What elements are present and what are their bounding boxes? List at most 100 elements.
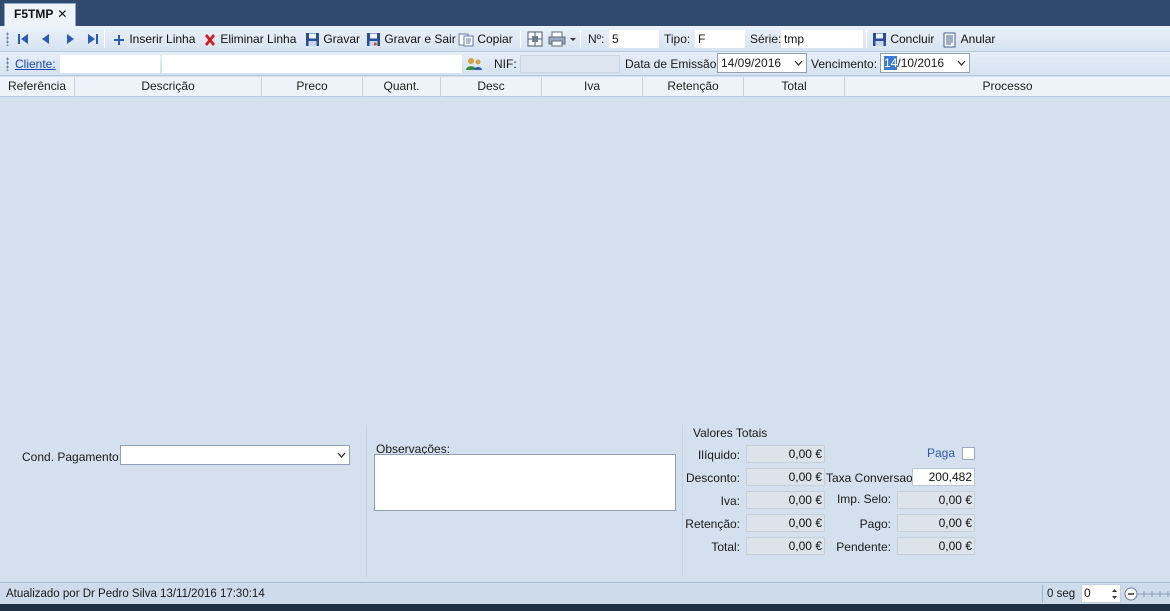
toolbar-grip[interactable] xyxy=(6,57,9,71)
first-record-icon[interactable] xyxy=(15,31,31,47)
chevron-down-icon[interactable] xyxy=(794,60,803,66)
column-header-quantity[interactable]: Quant. xyxy=(363,77,441,97)
conclude-label: Concluir xyxy=(890,32,935,46)
toolbar-grip[interactable] xyxy=(6,32,9,46)
column-header-total[interactable]: Total xyxy=(744,77,845,97)
refresh-interval-value: 0 xyxy=(1084,586,1091,600)
payment-condition-label: Cond. Pagamento: xyxy=(22,450,123,464)
client-name-input[interactable] xyxy=(162,55,462,73)
tab-close-icon[interactable]: ✕ xyxy=(57,7,67,21)
due-date-picker[interactable]: 14/10/2016 xyxy=(880,53,970,73)
total-value: 0,00 € xyxy=(746,537,825,555)
last-updated-text: Atualizado por Dr Pedro Silva 13/11/2016… xyxy=(6,588,265,600)
stepper-arrows-icon[interactable] xyxy=(1111,587,1118,601)
toolbar-separator xyxy=(866,30,867,48)
notes-textarea[interactable] xyxy=(374,454,676,511)
toolbar-separator xyxy=(580,30,581,48)
insert-line-label: Inserir Linha xyxy=(129,32,196,46)
issue-date-picker[interactable]: 14/09/2016 xyxy=(717,53,807,73)
save-and-exit-button[interactable]: Gravar e Sair xyxy=(366,30,456,48)
stamp-tax-label: Imp. Selo: xyxy=(836,492,891,506)
floppy-disk-icon xyxy=(873,33,886,47)
floppy-disk-icon xyxy=(306,33,319,47)
subtotal-label: Ilíquido: xyxy=(697,448,740,462)
layout-grid-icon[interactable] xyxy=(527,31,543,47)
document-cancel-icon xyxy=(943,32,956,48)
cancel-document-label: Anular xyxy=(960,32,996,46)
column-header-vat[interactable]: Iva xyxy=(542,77,643,97)
withholding-label: Retenção: xyxy=(685,517,740,531)
totals-title: Valores Totais xyxy=(693,426,768,440)
tab-title: F5TMP xyxy=(14,7,54,21)
series-input[interactable]: tmp xyxy=(781,30,863,48)
next-record-icon[interactable] xyxy=(62,31,78,47)
client-search-icon[interactable] xyxy=(465,56,483,72)
save-button[interactable]: Gravar xyxy=(305,30,360,48)
series-label: Série: xyxy=(750,32,782,46)
delete-x-icon xyxy=(205,33,215,46)
conclude-button[interactable]: Concluir xyxy=(872,30,934,48)
tab-f5tmp[interactable]: F5TMP ✕ xyxy=(4,3,76,26)
lines-grid-header: Referência Descrição Preco Quant. Desc I… xyxy=(0,77,1170,97)
copy-label: Copiar xyxy=(477,32,513,46)
paid-checkbox[interactable] xyxy=(962,447,975,460)
conversion-rate-input[interactable]: 200,482 xyxy=(912,468,975,486)
column-header-withholding[interactable]: Retenção xyxy=(643,77,744,97)
due-date-rest: /10/2016 xyxy=(897,56,945,70)
toolbar: Inserir Linha Eliminar Linha Gravar Grav… xyxy=(0,26,1170,52)
total-label: Total: xyxy=(711,540,740,554)
panel-divider xyxy=(366,425,367,577)
toolbar-separator xyxy=(520,30,521,48)
toolbar-separator xyxy=(104,30,105,48)
nif-input[interactable] xyxy=(520,55,620,73)
copy-button[interactable]: Copiar xyxy=(458,30,513,48)
vat-label: Iva: xyxy=(720,494,740,508)
lines-grid-body[interactable] xyxy=(0,97,1170,425)
due-date-label: Vencimento: xyxy=(811,57,878,71)
column-header-process[interactable]: Processo xyxy=(845,77,1170,97)
window-bottom-edge xyxy=(0,604,1170,611)
seconds-text: 0 seg xyxy=(1047,588,1076,600)
save-label: Gravar xyxy=(323,32,361,46)
column-header-description[interactable]: Descrição xyxy=(75,77,262,97)
paid-amount-label: Pago: xyxy=(859,517,891,531)
type-label: Tipo: xyxy=(664,32,691,46)
column-header-price[interactable]: Preco xyxy=(262,77,363,97)
refresh-interval-stepper[interactable]: 0 xyxy=(1081,584,1121,603)
insert-line-button[interactable]: Inserir Linha xyxy=(112,30,195,48)
payment-condition-select[interactable] xyxy=(120,445,350,465)
printer-icon[interactable] xyxy=(548,31,566,47)
plus-icon xyxy=(114,34,124,45)
discount-label: Desconto: xyxy=(685,471,740,485)
issue-date-label: Data de Emissão: xyxy=(625,57,720,71)
chevron-down-icon[interactable] xyxy=(957,60,966,66)
status-bar: Atualizado por Dr Pedro Silva 13/11/2016… xyxy=(0,582,1170,604)
save-and-exit-label: Gravar e Sair xyxy=(384,32,456,46)
number-label: Nº: xyxy=(588,32,605,46)
column-header-reference[interactable]: Referência xyxy=(0,77,75,97)
pending-label: Pendente: xyxy=(836,540,891,554)
floppy-disk-exit-icon xyxy=(367,33,380,47)
status-separator xyxy=(1042,585,1043,603)
client-link[interactable]: Cliente: xyxy=(15,56,56,72)
subtotal-value: 0,00 € xyxy=(746,445,825,463)
vat-value: 0,00 € xyxy=(746,491,825,509)
previous-record-icon[interactable] xyxy=(38,31,54,47)
cancel-document-button[interactable]: Anular xyxy=(942,30,995,48)
document-header-bar: Cliente: NIF: Data de Emissão: 14/09/201… xyxy=(0,52,1170,76)
number-input[interactable]: 5 xyxy=(609,30,659,48)
chevron-down-icon[interactable] xyxy=(569,31,577,47)
delete-line-button[interactable]: Eliminar Linha xyxy=(203,30,296,48)
discount-value: 0,00 € xyxy=(746,468,825,486)
pending-value: 0,00 € xyxy=(897,537,975,555)
column-header-discount[interactable]: Desc xyxy=(441,77,542,97)
last-record-icon[interactable] xyxy=(85,31,101,47)
type-input[interactable]: F xyxy=(695,30,745,48)
copy-icon xyxy=(458,33,474,47)
chevron-down-icon[interactable] xyxy=(337,452,346,458)
due-date-day-selected[interactable]: 14 xyxy=(884,56,898,70)
stamp-tax-value: 0,00 € xyxy=(897,491,975,509)
zoom-slider[interactable] xyxy=(1124,587,1170,601)
client-code-input[interactable] xyxy=(60,55,160,73)
paid-amount-value: 0,00 € xyxy=(897,514,975,532)
